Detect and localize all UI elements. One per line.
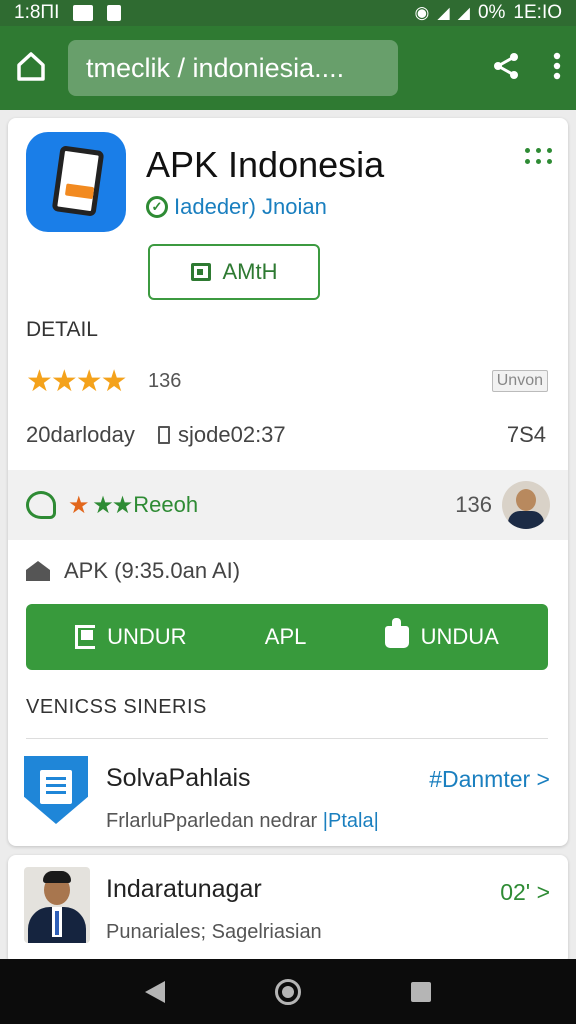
apk-info-row: APK (9:35.0an AI) bbox=[26, 558, 240, 584]
download-button-apl[interactable]: APL bbox=[265, 624, 307, 650]
document-icon bbox=[158, 426, 170, 444]
list-item-action[interactable]: 02' > bbox=[500, 879, 550, 906]
home-icon[interactable] bbox=[14, 49, 48, 88]
review-stars: ★ ★★ bbox=[68, 491, 133, 519]
notification-icon bbox=[73, 5, 94, 21]
version-code-text: sjode02:37 bbox=[178, 422, 286, 447]
review-summary[interactable]: ★ ★★ Reeoh 136 bbox=[8, 470, 568, 540]
download-bar: UNDUR APL UNDUA bbox=[26, 604, 548, 670]
verified-check-icon: ✓ bbox=[146, 196, 168, 218]
download-label-3: UNDUA bbox=[420, 624, 499, 649]
list-item[interactable]: Indaratunagar Punariales; Sagelriasian 0… bbox=[8, 855, 568, 955]
install-icon bbox=[190, 263, 211, 281]
share-icon[interactable] bbox=[490, 50, 522, 87]
home-button-icon[interactable] bbox=[275, 978, 301, 1005]
system-nav-bar bbox=[0, 959, 576, 1024]
apps-grid-icon[interactable] bbox=[525, 148, 552, 164]
list-card: Indaratunagar Punariales; Sagelriasian 0… bbox=[8, 855, 568, 965]
download-label-1: UNDUR bbox=[107, 624, 187, 649]
list-item-link[interactable]: |Ptala| bbox=[323, 810, 379, 832]
rating-stars: ★★★★ bbox=[26, 365, 128, 398]
rating-count: 136 bbox=[148, 370, 182, 392]
house-icon bbox=[26, 561, 50, 581]
release-date: 20darloday bbox=[26, 422, 135, 447]
review-label: Reeoh bbox=[133, 492, 199, 517]
reviewer-avatar[interactable] bbox=[502, 481, 550, 529]
signal-icon-2: ◢ bbox=[457, 5, 470, 22]
download-icon bbox=[107, 5, 122, 21]
developer-row[interactable]: ✓ Iadeder) Jnoian bbox=[146, 194, 327, 220]
status-time-right: 1Ε:ΙΟ bbox=[513, 2, 562, 23]
url-bar[interactable]: tmeclik / indoniesia.... bbox=[68, 40, 398, 96]
list-item-subtitle: Punariales; Sagelriasian bbox=[106, 921, 322, 943]
review-count: 136 bbox=[455, 492, 492, 517]
clipboard-shield-icon bbox=[24, 756, 90, 826]
leaf-icon bbox=[26, 491, 56, 519]
eye-icon: ◉ bbox=[414, 3, 430, 22]
install-label: AMtH bbox=[222, 259, 278, 284]
list-item-title: SolvaPahlais bbox=[106, 764, 251, 792]
app-detail-card: APK Indonesia ✓ Iadeder) Jnoian AMtH DET… bbox=[8, 118, 568, 846]
browser-toolbar: tmeclik / indoniesia.... bbox=[0, 26, 576, 110]
app-logo bbox=[26, 132, 126, 232]
file-size: 7S4 bbox=[506, 422, 546, 447]
list-item[interactable]: SolvaPahlais FrlarluPparledan nedrar |Pt… bbox=[8, 740, 568, 840]
version-code: sjode02:37 bbox=[158, 422, 286, 448]
status-bar: 1:8ΠΙ ◉ ◢ ◢ 0% 1Ε:ΙΟ bbox=[0, 0, 576, 26]
apk-info-text: APK (9:35.0an AI) bbox=[64, 558, 241, 583]
flag-icon bbox=[75, 625, 96, 649]
version-badge: Unvon bbox=[491, 370, 548, 392]
person-avatar bbox=[24, 867, 90, 943]
download-button-1[interactable]: UNDUR bbox=[75, 624, 187, 650]
app-title: APK Indonesia bbox=[146, 144, 385, 185]
list-item-subtitle: FrlarluPparledan nedrar |Ptala| bbox=[106, 810, 379, 832]
more-vert-icon[interactable] bbox=[552, 51, 562, 86]
battery-level: 0% bbox=[477, 2, 506, 23]
list-item-action[interactable]: #Danmter > bbox=[429, 766, 550, 793]
developer-name: Iadeder) Jnoian bbox=[174, 194, 327, 219]
install-button[interactable]: AMtH bbox=[148, 244, 320, 300]
divider bbox=[26, 738, 548, 739]
signal-icon: ◢ bbox=[437, 5, 450, 22]
recents-icon[interactable] bbox=[411, 981, 431, 1002]
section-title: VENICSS SINERIS bbox=[26, 696, 207, 718]
list-item-title: Indaratunagar bbox=[106, 875, 262, 903]
download-label-2: APL bbox=[264, 624, 307, 649]
status-time-left: 1:8ΠΙ bbox=[14, 2, 60, 23]
detail-heading: DETAIL bbox=[26, 318, 98, 341]
thumbs-up-icon bbox=[384, 618, 409, 648]
back-icon[interactable] bbox=[145, 980, 165, 1003]
download-button-2[interactable]: UNDUA bbox=[384, 618, 499, 650]
